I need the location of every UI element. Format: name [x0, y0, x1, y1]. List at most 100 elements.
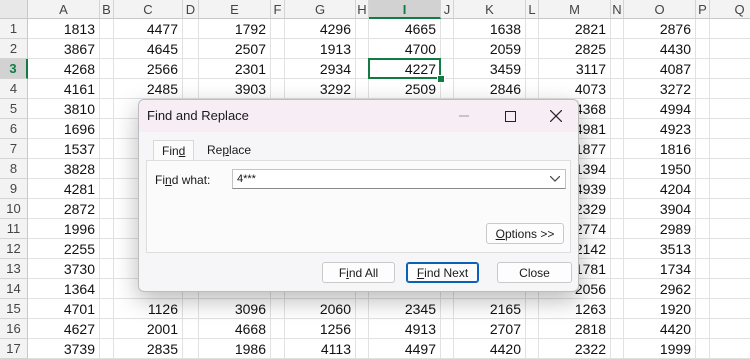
column-header-h[interactable]: H: [356, 0, 369, 19]
cell-o5[interactable]: 4994: [624, 99, 696, 119]
cell-b15[interactable]: [100, 299, 114, 319]
cell-i3[interactable]: 4227: [369, 59, 441, 79]
row-header-8[interactable]: 8: [0, 159, 28, 179]
close-button[interactable]: Close: [497, 262, 572, 283]
cell-d1[interactable]: [183, 19, 199, 39]
cell-n12[interactable]: [611, 239, 624, 259]
cell-p1[interactable]: [696, 19, 710, 39]
cell-b3[interactable]: [100, 59, 114, 79]
row-header-7[interactable]: 7: [0, 139, 28, 159]
row-header-14[interactable]: 14: [0, 279, 28, 299]
cell-a15[interactable]: 4701: [28, 299, 100, 319]
column-header-a[interactable]: A: [28, 0, 100, 19]
cell-b1[interactable]: [100, 19, 114, 39]
cell-c3[interactable]: 2566: [114, 59, 183, 79]
cell-f4[interactable]: [271, 79, 285, 99]
cell-e16[interactable]: 4668: [199, 319, 271, 339]
cell-n14[interactable]: [611, 279, 624, 299]
row-header-2[interactable]: 2: [0, 39, 28, 59]
cell-a14[interactable]: 1364: [28, 279, 100, 299]
cell-b5[interactable]: [100, 99, 114, 119]
cell-h16[interactable]: [356, 319, 369, 339]
cell-b2[interactable]: [100, 39, 114, 59]
cell-a5[interactable]: 3810: [28, 99, 100, 119]
row-header-4[interactable]: 4: [0, 79, 28, 99]
cell-q16[interactable]: 4: [710, 319, 750, 339]
cell-n2[interactable]: [611, 39, 624, 59]
cell-d2[interactable]: [183, 39, 199, 59]
cell-q5[interactable]: 2: [710, 99, 750, 119]
cell-f16[interactable]: [271, 319, 285, 339]
cell-a4[interactable]: 4161: [28, 79, 100, 99]
cell-a13[interactable]: 3730: [28, 259, 100, 279]
cell-b14[interactable]: [100, 279, 114, 299]
cell-d3[interactable]: [183, 59, 199, 79]
cell-q11[interactable]: 2: [710, 219, 750, 239]
column-header-k[interactable]: K: [454, 0, 526, 19]
cell-p15[interactable]: [696, 299, 710, 319]
cell-g15[interactable]: 2060: [285, 299, 356, 319]
cell-o14[interactable]: 2962: [624, 279, 696, 299]
cell-a2[interactable]: 3867: [28, 39, 100, 59]
cell-m2[interactable]: 2825: [539, 39, 611, 59]
cell-n17[interactable]: [611, 339, 624, 359]
cell-l1[interactable]: [526, 19, 539, 39]
cell-b10[interactable]: [100, 199, 114, 219]
row-header-16[interactable]: 16: [0, 319, 28, 339]
cell-d15[interactable]: [183, 299, 199, 319]
cell-n7[interactable]: [611, 139, 624, 159]
column-header-b[interactable]: B: [100, 0, 114, 19]
cell-n1[interactable]: [611, 19, 624, 39]
cell-h15[interactable]: [356, 299, 369, 319]
cell-g1[interactable]: 4296: [285, 19, 356, 39]
cell-k1[interactable]: 1638: [454, 19, 526, 39]
cell-n5[interactable]: [611, 99, 624, 119]
cell-h1[interactable]: [356, 19, 369, 39]
cell-e3[interactable]: 2301: [199, 59, 271, 79]
cell-m16[interactable]: 2818: [539, 319, 611, 339]
cell-p8[interactable]: [696, 159, 710, 179]
cell-c17[interactable]: 2835: [114, 339, 183, 359]
column-header-l[interactable]: L: [526, 0, 539, 19]
cell-i17[interactable]: 4497: [369, 339, 441, 359]
cell-e17[interactable]: 1986: [199, 339, 271, 359]
cell-n4[interactable]: [611, 79, 624, 99]
cell-p16[interactable]: [696, 319, 710, 339]
cell-k2[interactable]: 2059: [454, 39, 526, 59]
cell-o3[interactable]: 4087: [624, 59, 696, 79]
cell-p7[interactable]: [696, 139, 710, 159]
cell-o13[interactable]: 1734: [624, 259, 696, 279]
cell-n9[interactable]: [611, 179, 624, 199]
cell-o9[interactable]: 4204: [624, 179, 696, 199]
cell-i16[interactable]: 4913: [369, 319, 441, 339]
cell-c1[interactable]: 4477: [114, 19, 183, 39]
cell-n8[interactable]: [611, 159, 624, 179]
cell-a1[interactable]: 1813: [28, 19, 100, 39]
row-header-3[interactable]: 3: [0, 59, 28, 79]
options-button[interactable]: Options >>: [486, 223, 564, 244]
find-next-button[interactable]: Find Next: [406, 262, 479, 283]
cell-o8[interactable]: 1950: [624, 159, 696, 179]
row-header-5[interactable]: 5: [0, 99, 28, 119]
cell-h4[interactable]: [356, 79, 369, 99]
cell-g16[interactable]: 1256: [285, 319, 356, 339]
cell-f3[interactable]: [271, 59, 285, 79]
cell-j2[interactable]: [441, 39, 454, 59]
cell-o7[interactable]: 1816: [624, 139, 696, 159]
cell-l16[interactable]: [526, 319, 539, 339]
cell-o12[interactable]: 3513: [624, 239, 696, 259]
column-header-o[interactable]: O: [624, 0, 696, 19]
find-all-button[interactable]: Find All: [322, 262, 395, 283]
cell-n6[interactable]: [611, 119, 624, 139]
cell-d17[interactable]: [183, 339, 199, 359]
cell-c15[interactable]: 1126: [114, 299, 183, 319]
cell-o2[interactable]: 4430: [624, 39, 696, 59]
cell-o6[interactable]: 4923: [624, 119, 696, 139]
cell-q4[interactable]: 3: [710, 79, 750, 99]
cell-p10[interactable]: [696, 199, 710, 219]
cell-n3[interactable]: [611, 59, 624, 79]
cell-a17[interactable]: 3739: [28, 339, 100, 359]
row-header-13[interactable]: 13: [0, 259, 28, 279]
cell-i15[interactable]: 2345: [369, 299, 441, 319]
cell-i2[interactable]: 4700: [369, 39, 441, 59]
